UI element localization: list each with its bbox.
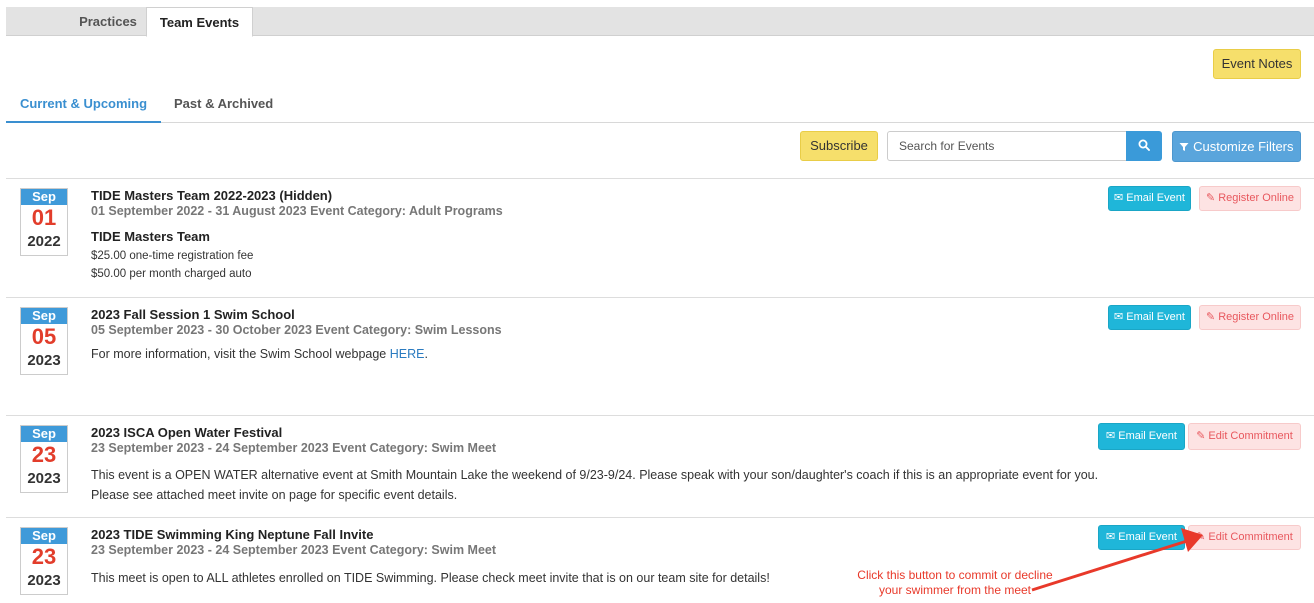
- search-button[interactable]: [1126, 131, 1162, 161]
- subscribe-button[interactable]: Subscribe: [800, 131, 878, 161]
- edit-commitment-label: Edit Commitment: [1208, 531, 1293, 543]
- event-dates: 05 September 2023 - 30 October 2023 Even…: [91, 323, 502, 337]
- event-row: Sep 23 2023 2023 ISCA Open Water Festiva…: [6, 415, 1314, 517]
- annotation-line: your swimmer from the meet: [878, 583, 1032, 597]
- edit-icon: ✎: [1196, 531, 1206, 543]
- envelope-icon: ✉: [1114, 192, 1124, 204]
- event-title[interactable]: TIDE Masters Team 2022-2023 (Hidden): [91, 188, 332, 203]
- email-event-button[interactable]: ✉ Email Event: [1108, 186, 1191, 211]
- event-title[interactable]: 2023 Fall Session 1 Swim School: [91, 307, 295, 322]
- edit-icon: ✎: [1205, 311, 1216, 323]
- customize-filters-button[interactable]: Customize Filters: [1172, 131, 1301, 162]
- event-line: This event is a OPEN WATER alternative e…: [91, 468, 1099, 482]
- tab-current-upcoming[interactable]: Current & Upcoming: [6, 90, 161, 123]
- date-year: 2022: [27, 233, 61, 250]
- register-online-label: Register Online: [1218, 311, 1295, 323]
- edit-commitment-label: Edit Commitment: [1208, 430, 1293, 442]
- event-description: This event is a OPEN WATER alternative e…: [91, 465, 1098, 505]
- event-row: Sep 23 2023 2023 TIDE Swimming King Nept…: [6, 517, 1314, 603]
- date-badge: Sep 05 2023: [20, 307, 68, 375]
- swim-school-link[interactable]: HERE: [390, 347, 425, 361]
- search-icon: [1138, 139, 1150, 151]
- date-badge: Sep 23 2023: [20, 527, 68, 595]
- event-description: TIDE Masters Team $25.00 one-time regist…: [91, 227, 253, 283]
- edit-icon: ✎: [1196, 430, 1206, 442]
- event-line: $25.00 one-time registration fee: [91, 250, 254, 262]
- register-online-button[interactable]: ✎ Register Online: [1199, 186, 1301, 211]
- event-text: For more information, visit the Swim Sch…: [91, 347, 390, 361]
- envelope-icon: ✉: [1114, 311, 1124, 323]
- search-input[interactable]: [887, 131, 1127, 161]
- event-line: $50.00 per month charged auto: [91, 268, 252, 280]
- annotation-text: Click this button to commit or decline y…: [830, 568, 1080, 598]
- email-event-button[interactable]: ✉ Email Event: [1108, 305, 1191, 330]
- date-badge: Sep 23 2023: [20, 425, 68, 493]
- sub-tab-bar: Current & Upcoming Past & Archived: [6, 90, 1314, 123]
- date-year: 2023: [27, 352, 61, 369]
- event-dates: 23 September 2023 - 24 September 2023 Ev…: [91, 441, 497, 455]
- event-row: Sep 05 2023 2023 Fall Session 1 Swim Sch…: [6, 297, 1314, 415]
- email-event-label: Email Event: [1118, 430, 1177, 442]
- date-month: Sep: [21, 189, 67, 205]
- event-line: This meet is open to ALL athletes enroll…: [91, 571, 770, 585]
- tab-team-events[interactable]: Team Events: [146, 7, 253, 37]
- email-event-button[interactable]: ✉ Email Event: [1098, 423, 1185, 450]
- register-online-button[interactable]: ✎ Register Online: [1199, 305, 1301, 330]
- annotation-line: Click this button to commit or decline: [857, 568, 1053, 582]
- envelope-icon: ✉: [1106, 430, 1116, 442]
- event-text-suffix: .: [424, 347, 428, 361]
- event-title[interactable]: 2023 TIDE Swimming King Neptune Fall Inv…: [91, 527, 373, 542]
- event-description: For more information, visit the Swim Sch…: [91, 344, 428, 364]
- date-badge: Sep 01 2022: [20, 188, 68, 256]
- event-title[interactable]: 2023 ISCA Open Water Festival: [91, 425, 282, 440]
- date-year: 2023: [27, 572, 61, 589]
- edit-commitment-button[interactable]: ✎ Edit Commitment: [1188, 423, 1301, 450]
- edit-icon: ✎: [1205, 192, 1216, 204]
- event-dates: 01 September 2022 - 31 August 2023 Event…: [91, 204, 503, 218]
- register-online-label: Register Online: [1218, 192, 1295, 204]
- date-month: Sep: [21, 308, 67, 324]
- date-year: 2023: [27, 470, 61, 487]
- email-event-button[interactable]: ✉ Email Event: [1098, 525, 1185, 550]
- date-month: Sep: [21, 528, 67, 544]
- email-event-label: Email Event: [1126, 311, 1185, 323]
- customize-filters-label: Customize Filters: [1193, 139, 1294, 154]
- event-row: Sep 01 2022 TIDE Masters Team 2022-2023 …: [6, 178, 1314, 297]
- date-month: Sep: [21, 426, 67, 442]
- filter-icon: [1179, 143, 1189, 151]
- envelope-icon: ✉: [1106, 531, 1116, 543]
- date-day: 23: [31, 544, 57, 569]
- event-notes-button[interactable]: Event Notes: [1213, 49, 1301, 79]
- edit-commitment-button[interactable]: ✎ Edit Commitment: [1188, 525, 1301, 550]
- event-subtitle: TIDE Masters Team: [91, 229, 210, 244]
- date-day: 23: [31, 442, 57, 467]
- email-event-label: Email Event: [1126, 192, 1185, 204]
- tab-past-archived[interactable]: Past & Archived: [174, 90, 273, 123]
- email-event-label: Email Event: [1118, 531, 1177, 543]
- event-description: This meet is open to ALL athletes enroll…: [91, 568, 770, 588]
- tab-practices[interactable]: Practices: [62, 7, 154, 36]
- top-tab-bar: Practices Team Events: [6, 7, 1314, 37]
- date-day: 05: [31, 324, 57, 349]
- event-line: Please see attached meet invite on page …: [91, 488, 458, 502]
- date-day: 01: [31, 205, 57, 230]
- event-dates: 23 September 2023 - 24 September 2023 Ev…: [91, 543, 497, 557]
